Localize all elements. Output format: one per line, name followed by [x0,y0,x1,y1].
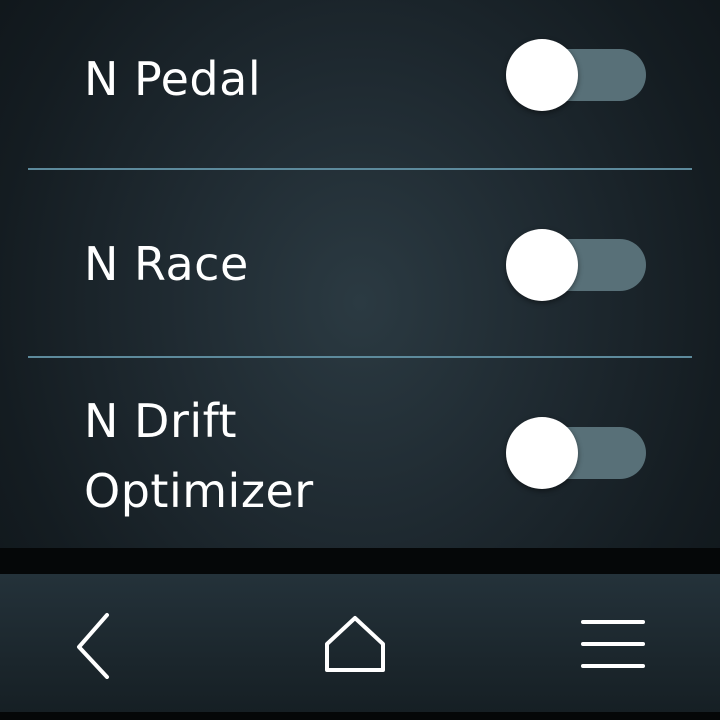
n-mode-settings-screen: N Pedal N Race N Drift Optimizer [0,0,720,720]
home-button[interactable] [310,604,400,684]
toggle-knob [506,417,578,489]
setting-row-n-drift-optimizer: N Drift Optimizer [0,358,720,548]
toggle-knob [506,229,578,301]
setting-label-n-race: N Race [84,237,249,291]
setting-label-n-drift-optimizer: N Drift Optimizer [84,394,314,518]
bottom-edge [0,712,720,720]
n-race-toggle[interactable] [506,229,646,301]
back-button[interactable] [48,604,138,684]
separator-bar [0,548,720,574]
n-drift-optimizer-toggle[interactable] [506,417,646,489]
bottom-nav-bar [0,574,720,720]
menu-button[interactable] [568,604,658,684]
setting-label-n-pedal: N Pedal [84,52,262,106]
toggle-knob [506,39,578,111]
n-pedal-toggle[interactable] [506,39,646,111]
setting-row-n-race: N Race [0,170,720,356]
back-chevron-icon [77,613,109,679]
setting-row-n-pedal: N Pedal [0,0,720,168]
menu-icon [581,620,645,668]
home-icon [325,616,385,672]
